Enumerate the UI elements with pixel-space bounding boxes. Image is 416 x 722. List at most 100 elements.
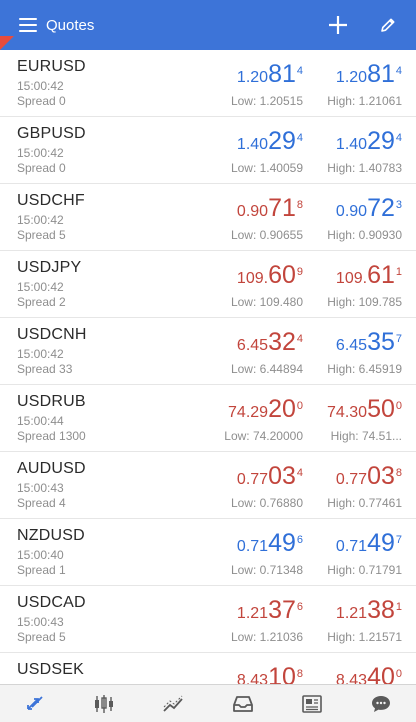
low-value: Low: 1.20515 bbox=[230, 94, 303, 108]
ask-price-fraction: 8 bbox=[395, 467, 402, 479]
history-tab[interactable] bbox=[217, 686, 269, 722]
ask-price-prefix: 1.21 bbox=[335, 605, 368, 622]
ask-price-fraction: 7 bbox=[395, 534, 402, 546]
quote-row[interactable]: EURUSD 15:00:42 Spread 0 1.20814 1.20814 Low:… bbox=[0, 50, 416, 117]
trade-tab[interactable] bbox=[147, 686, 199, 722]
edit-button[interactable] bbox=[370, 8, 406, 42]
bid-price-pips: 60 bbox=[268, 261, 296, 289]
ask-price-pips: 35 bbox=[367, 328, 395, 356]
low-value: Low: 6.44894 bbox=[230, 362, 303, 376]
bid-price: 0.71496 bbox=[237, 529, 303, 561]
bid-price: 1.40294 bbox=[237, 127, 303, 159]
quote-row[interactable]: NZDUSD 15:00:40 Spread 1 0.71496 0.71497 Low:… bbox=[0, 519, 416, 586]
bid-price-fraction: 0 bbox=[296, 400, 303, 412]
ask-price-pips: 72 bbox=[367, 194, 395, 222]
low-value: Low: 0.71348 bbox=[230, 563, 303, 577]
high-value: High: 1.21571 bbox=[327, 630, 402, 644]
high-value: High: 109.785 bbox=[327, 295, 402, 309]
symbol-name: USDSEK bbox=[17, 661, 84, 678]
ask-price-prefix: 1.20 bbox=[335, 69, 368, 86]
exchange-arrows-icon bbox=[26, 695, 43, 710]
bid-price: 1.21376 bbox=[237, 596, 303, 628]
ask-price: 8.43400 bbox=[336, 663, 402, 684]
ask-price: 1.40294 bbox=[336, 127, 402, 159]
plus-icon bbox=[329, 16, 347, 34]
chat-tab[interactable] bbox=[355, 686, 407, 722]
ask-price-prefix: 74.30 bbox=[327, 404, 368, 421]
ask-price: 0.77038 bbox=[336, 462, 402, 494]
quotes-list[interactable]: EURUSD 15:00:42 Spread 0 1.20814 1.20814 Low:… bbox=[0, 50, 416, 684]
symbol-name: USDCHF bbox=[17, 192, 85, 209]
bid-price-prefix: 0.77 bbox=[236, 471, 269, 488]
bid-price-fraction: 6 bbox=[296, 601, 303, 613]
quotes-tab[interactable] bbox=[9, 686, 61, 722]
high-value: High: 0.77461 bbox=[327, 496, 402, 510]
ask-price: 1.20814 bbox=[336, 60, 402, 92]
symbol-name: AUDUSD bbox=[17, 460, 86, 477]
bid-price-fraction: 4 bbox=[296, 333, 303, 345]
spread-value: Spread 4 bbox=[17, 496, 66, 510]
bid-price-prefix: 8.43 bbox=[236, 672, 269, 684]
quote-row[interactable]: USDCNH 15:00:42 Spread 33 6.45324 6.45357 Low… bbox=[0, 318, 416, 385]
quote-row[interactable]: USDRUB 15:00:44 Spread 1300 74.29200 74.3050… bbox=[0, 385, 416, 452]
ask-price-prefix: 1.40 bbox=[335, 136, 368, 153]
page-title: Quotes bbox=[46, 16, 95, 34]
app-bar: Quotes bbox=[0, 0, 416, 50]
bid-price: 109.609 bbox=[237, 261, 303, 293]
ask-price: 109.611 bbox=[336, 261, 402, 293]
bid-price-prefix: 0.71 bbox=[236, 538, 269, 555]
corner-marker bbox=[0, 36, 14, 50]
symbol-name: NZDUSD bbox=[17, 527, 85, 544]
spread-value: Spread 1300 bbox=[17, 429, 86, 443]
quote-row[interactable]: USDCAD 15:00:43 Spread 5 1.21376 1.21381 Low:… bbox=[0, 586, 416, 653]
bid-price-pips: 49 bbox=[268, 529, 296, 557]
spread-value: Spread 5 bbox=[17, 228, 66, 242]
add-symbol-button[interactable] bbox=[320, 8, 356, 42]
ask-price-fraction: 0 bbox=[395, 400, 402, 412]
ask-price-fraction: 0 bbox=[395, 668, 402, 680]
bid-price: 6.45324 bbox=[237, 328, 303, 360]
quote-time: 15:00:42 bbox=[17, 146, 64, 160]
quote-row[interactable]: USDCHF 15:00:42 Spread 5 0.90718 0.90723 Low:… bbox=[0, 184, 416, 251]
bid-price: 74.29200 bbox=[228, 395, 303, 427]
quote-row[interactable]: AUDUSD 15:00:43 Spread 4 0.77034 0.77038 Low:… bbox=[0, 452, 416, 519]
ask-price-prefix: 8.43 bbox=[335, 672, 368, 684]
ask-price-prefix: 6.45 bbox=[335, 337, 368, 354]
ask-price-prefix: 0.90 bbox=[335, 203, 368, 220]
quote-time: 15:00:43 bbox=[17, 615, 64, 629]
spread-value: Spread 33 bbox=[17, 362, 73, 376]
bid-price: 8.43108 bbox=[237, 663, 303, 684]
bid-price-prefix: 0.90 bbox=[236, 203, 269, 220]
spread-value: Spread 0 bbox=[17, 161, 66, 175]
ask-price-pips: 40 bbox=[367, 663, 395, 684]
pencil-icon bbox=[381, 18, 395, 32]
bid-price-prefix: 1.20 bbox=[236, 69, 269, 86]
ask-price: 74.30500 bbox=[327, 395, 402, 427]
ask-price-pips: 49 bbox=[367, 529, 395, 557]
bid-price-pips: 81 bbox=[268, 60, 296, 88]
quote-time: 15:00:42 bbox=[17, 280, 64, 294]
high-value: High: 0.71791 bbox=[327, 563, 402, 577]
low-value: Low: 0.90655 bbox=[230, 228, 303, 242]
bid-price-pips: 37 bbox=[268, 596, 296, 624]
high-value: High: 1.40783 bbox=[327, 161, 402, 175]
bid-price-prefix: 1.21 bbox=[236, 605, 269, 622]
low-value: Low: 1.21036 bbox=[230, 630, 303, 644]
ask-price-fraction: 4 bbox=[395, 65, 402, 77]
bottom-nav bbox=[0, 684, 416, 722]
bid-price-fraction: 8 bbox=[296, 668, 303, 680]
quote-row[interactable]: USDJPY 15:00:42 Spread 2 109.609 109.611 Low:… bbox=[0, 251, 416, 318]
high-value: High: 1.21061 bbox=[327, 94, 402, 108]
ask-price: 6.45357 bbox=[336, 328, 402, 360]
quote-row[interactable]: GBPUSD 15:00:42 Spread 0 1.40294 1.40294 Low:… bbox=[0, 117, 416, 184]
quote-time: 15:00:42 bbox=[17, 213, 64, 227]
quote-row[interactable]: USDSEK 8.43108 8.43400 bbox=[0, 653, 416, 684]
symbol-name: USDJPY bbox=[17, 259, 82, 276]
ask-price-prefix: 0.71 bbox=[335, 538, 368, 555]
news-tab[interactable] bbox=[286, 686, 338, 722]
chart-tab[interactable] bbox=[78, 686, 130, 722]
bid-price-fraction: 4 bbox=[296, 65, 303, 77]
bid-price-fraction: 9 bbox=[296, 266, 303, 278]
bid-price-pips: 10 bbox=[268, 663, 296, 684]
high-value: High: 74.51... bbox=[330, 429, 402, 443]
